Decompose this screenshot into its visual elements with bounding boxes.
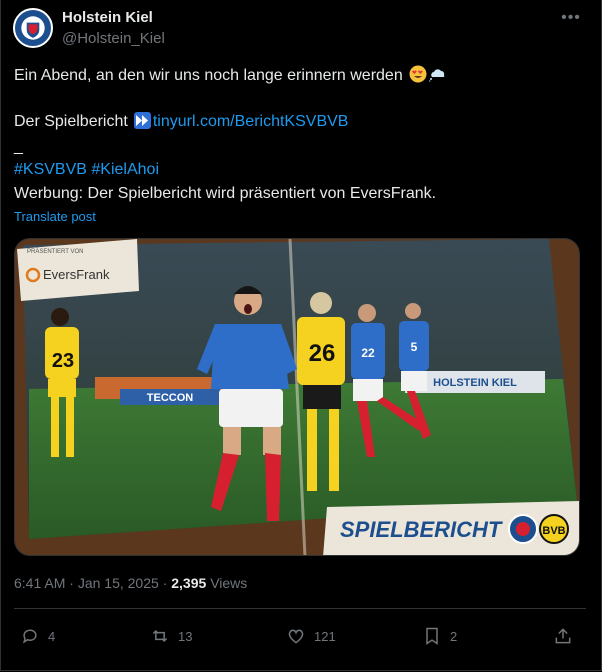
post-hashtags: #KSVBVB #KielAhoi [14, 160, 159, 180]
cloud-emoji [429, 65, 447, 83]
jersey-number: 23 [52, 350, 74, 372]
meta-separator: · [162, 575, 168, 591]
divider [14, 608, 586, 609]
repost-icon [152, 629, 168, 643]
jersey-number: 5 [411, 340, 418, 354]
hashtag-kielahoi[interactable]: #KielAhoi [91, 161, 159, 178]
hashtag-ksvbvb[interactable]: #KSVBVB [14, 161, 87, 178]
post-meta: 6:41 AM · Jan 15, 2025 · 2,395 Views [14, 575, 247, 591]
report-label: Der Spielbericht [14, 113, 128, 130]
reply-count: 4 [48, 628, 56, 644]
like-button[interactable]: 121 [286, 625, 336, 647]
post-date[interactable]: Jan 15, 2025 [78, 575, 159, 591]
match-photo[interactable]: TECCON HOLSTEIN KIEL 23 26 22 5 PRÄSENTI… [14, 238, 580, 556]
reply-button[interactable]: 4 [20, 625, 55, 647]
report-link[interactable]: tinyurl.com/BerichtKSVBVB [153, 113, 349, 130]
share-button[interactable] [553, 625, 581, 647]
post-separator: _ [14, 138, 23, 155]
sponsor-caption: PRÄSENTIERT VON [27, 248, 83, 255]
club-avatar[interactable] [13, 8, 53, 48]
bookmark-icon [426, 627, 438, 645]
ad-board-text: TECCON [147, 392, 194, 404]
author-name[interactable]: Holstein Kiel [62, 9, 153, 26]
ad-disclosure: Werbung: Der Spielbericht wird präsentie… [14, 185, 437, 202]
banner-card: SPIELBERICHT BVB [323, 501, 579, 555]
bookmark-button[interactable]: 2 [422, 625, 457, 647]
author-handle[interactable]: @Holstein_Kiel [62, 30, 165, 47]
jersey-number: 22 [361, 346, 375, 360]
bookmark-count: 2 [450, 628, 458, 644]
repost-button[interactable]: 13 [150, 625, 192, 647]
holstein-kiel-crest-inner [516, 522, 530, 536]
post-line-1: Ein Abend, an den wir uns noch lange eri… [14, 65, 447, 86]
meta-separator: · [69, 575, 74, 591]
sponsor-card: PRÄSENTIERT VON EversFrank [17, 239, 139, 301]
views-label: Views [210, 575, 248, 591]
translate-link[interactable]: Translate post [14, 209, 96, 224]
reply-icon [22, 629, 37, 644]
forward-icon [133, 112, 151, 129]
like-icon [288, 629, 304, 644]
heart-eyes-emoji [409, 65, 427, 83]
more-icon[interactable]: ••• [560, 9, 582, 27]
bvb-crest-letters: BVB [542, 525, 565, 537]
post-line-report: Der Spielbericht tinyurl.com/BerichtKSVBV… [14, 112, 348, 132]
banner-text: SPIELBERICHT [340, 517, 503, 542]
jersey-number: 26 [309, 340, 336, 367]
post-time[interactable]: 6:41 AM [14, 575, 65, 591]
repost-count: 13 [178, 628, 193, 644]
share-icon [555, 628, 571, 644]
sponsor-name: EversFrank [43, 267, 110, 282]
stadium-board-text: HOLSTEIN KIEL [433, 377, 517, 389]
post-text: Ein Abend, an den wir uns noch lange eri… [14, 67, 403, 84]
like-count: 121 [314, 628, 336, 644]
views-count: 2,395 [171, 575, 207, 591]
